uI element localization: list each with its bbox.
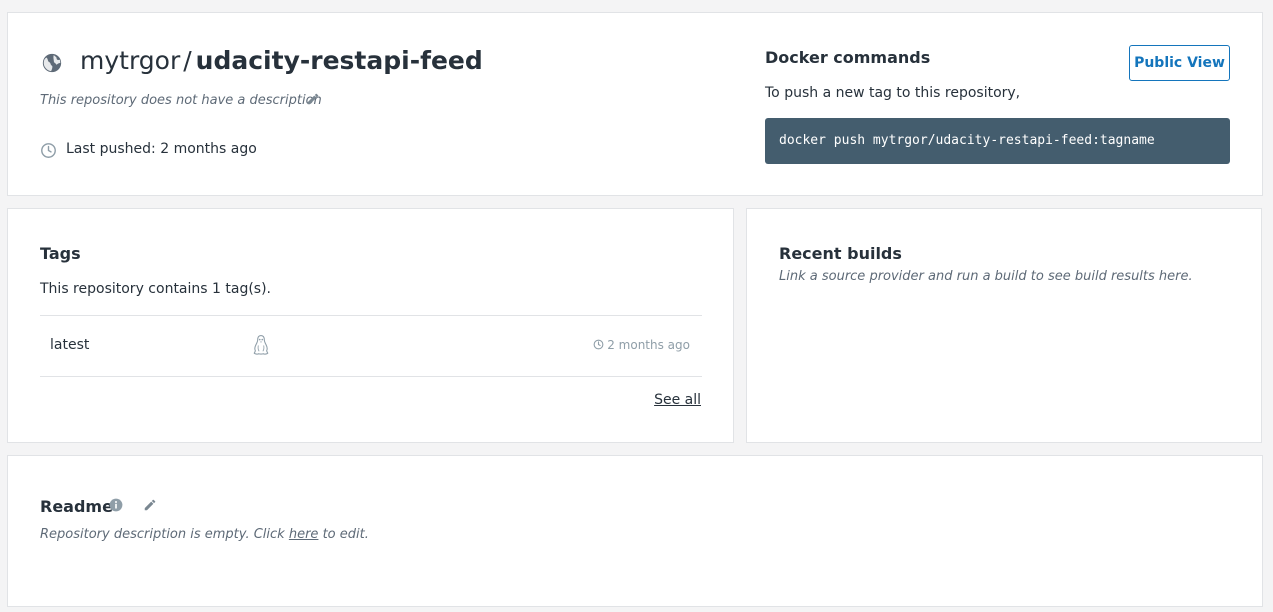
readme-edit-link[interactable]: here xyxy=(289,527,319,542)
docker-commands-subtitle: To push a new tag to this repository, xyxy=(765,85,1021,101)
public-view-button[interactable]: Public View xyxy=(1129,45,1230,81)
docker-push-command[interactable]: docker push mytrgor/udacity-restapi-feed… xyxy=(765,118,1230,164)
readme-title: Readme xyxy=(40,497,113,516)
recent-builds-subtitle: Link a source provider and run a build t… xyxy=(779,269,1193,284)
clock-icon xyxy=(41,143,56,158)
divider xyxy=(40,376,702,377)
tag-time-text: 2 months ago xyxy=(607,338,690,352)
tags-card: Tags This repository contains 1 tag(s). … xyxy=(7,208,734,443)
edit-description-pencil-icon[interactable] xyxy=(306,92,320,106)
repository-title: mytrgor / udacity-restapi-feed xyxy=(80,44,483,78)
tags-count-text: This repository contains 1 tag(s). xyxy=(40,281,271,297)
tags-title: Tags xyxy=(40,244,81,263)
tag-row[interactable]: latest 2 months ago xyxy=(40,316,702,376)
repository-header-card: mytrgor / udacity-restapi-feed This reposi… xyxy=(7,12,1263,196)
tag-pushed-time: 2 months ago xyxy=(593,338,690,352)
readme-empty-prefix: Repository description is empty. Click xyxy=(40,527,289,542)
recent-builds-card: Recent builds Link a source provider and… xyxy=(746,208,1262,443)
clock-icon xyxy=(593,339,604,350)
repository-description: This repository does not have a descript… xyxy=(40,93,322,108)
readme-card: Readme Repository description is empty. … xyxy=(7,455,1263,607)
readme-empty-suffix: to edit. xyxy=(318,527,369,542)
repository-name: udacity-restapi-feed xyxy=(195,46,483,75)
globe-icon xyxy=(42,53,62,73)
last-pushed-text: Last pushed: 2 months ago xyxy=(66,141,257,157)
title-separator: / xyxy=(183,46,192,75)
linux-icon xyxy=(253,335,269,355)
readme-empty-text: Repository description is empty. Click h… xyxy=(40,527,369,542)
edit-readme-pencil-icon[interactable] xyxy=(143,498,157,512)
see-all-link[interactable]: See all xyxy=(654,392,701,408)
info-icon[interactable] xyxy=(109,498,123,512)
recent-builds-title: Recent builds xyxy=(779,244,902,263)
repository-namespace[interactable]: mytrgor xyxy=(80,46,180,75)
tag-name[interactable]: latest xyxy=(50,337,89,353)
docker-commands-title: Docker commands xyxy=(765,48,931,67)
